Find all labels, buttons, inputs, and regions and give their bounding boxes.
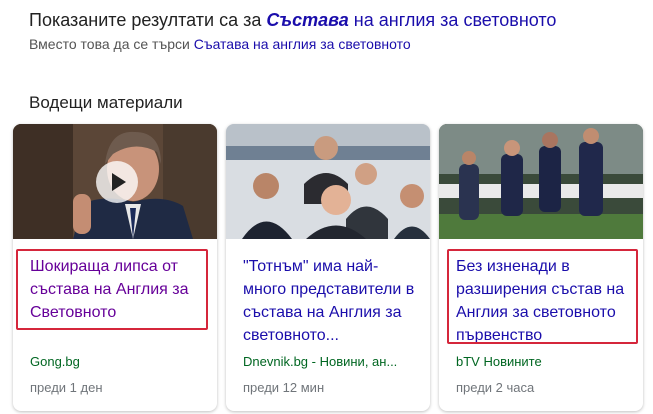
news-source: Gong.bg <box>30 354 80 369</box>
news-thumbnail[interactable] <box>439 124 643 239</box>
news-headline[interactable]: "Тотнъм" има най-много представители в с… <box>243 255 421 347</box>
highlight-box <box>447 249 638 344</box>
search-instead-prefix: Вместо това да се търси <box>29 36 190 52</box>
original-query-link[interactable]: Съатава на англия за световното <box>194 36 411 52</box>
spelling-prefix: Показаните резултати са за <box>29 10 262 30</box>
play-icon[interactable] <box>96 161 138 203</box>
highlight-box <box>16 249 208 330</box>
top-stories-title: Водещи материали <box>29 93 183 112</box>
news-thumbnail[interactable] <box>226 124 430 239</box>
news-thumbnail[interactable] <box>13 124 217 239</box>
spelling-correction: Показаните резултати са за Състава на ан… <box>29 10 556 31</box>
news-source: bTV Новините <box>456 354 542 369</box>
corrected-emphasis: Състава <box>266 10 349 30</box>
news-age: преди 2 часа <box>456 380 535 395</box>
search-instead: Вместо това да се търси Съатава на англи… <box>29 36 411 52</box>
news-age: преди 12 мин <box>243 380 325 395</box>
corrected-query-link[interactable]: Състава на англия за световното <box>266 10 556 30</box>
news-age: преди 1 ден <box>30 380 103 395</box>
news-source: Dnevnik.bg - Новини, ан... <box>243 354 398 369</box>
news-card[interactable]: "Тотнъм" има най-много представители в с… <box>226 124 430 411</box>
corrected-rest: на англия за световното <box>353 10 557 30</box>
